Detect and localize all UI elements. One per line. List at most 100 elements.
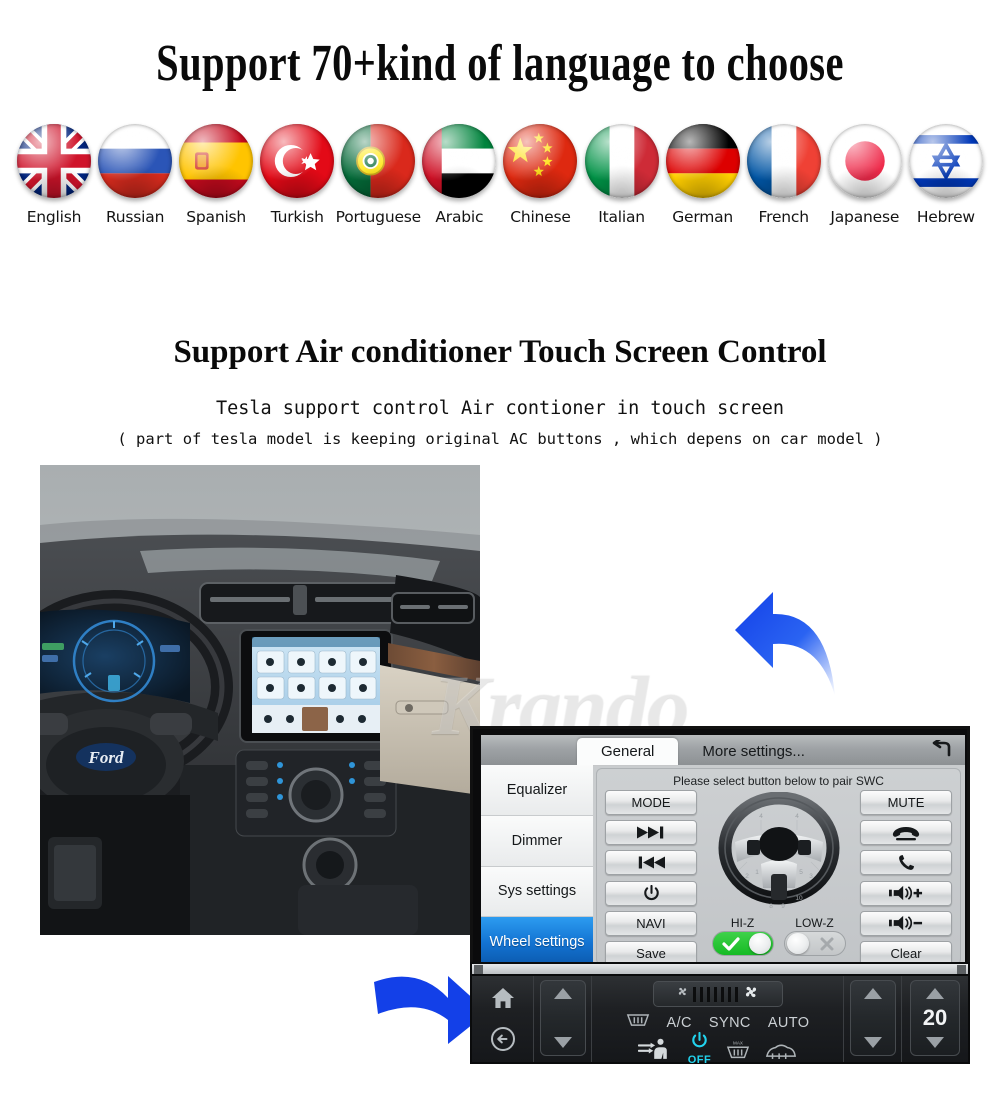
sidebar-item-dimmer[interactable]: Dimmer — [481, 815, 593, 867]
car-dashboard-photo: Ford — [40, 465, 480, 935]
fan-large-icon — [742, 983, 760, 1006]
sync-label[interactable]: SYNC — [709, 1015, 751, 1031]
fan-speed-bars[interactable] — [692, 986, 738, 1002]
ac-label[interactable]: A/C — [667, 1015, 692, 1031]
ac-power-button[interactable]: OFF — [687, 1031, 712, 1066]
language-item-hebrew: Hebrew — [906, 124, 986, 226]
fan-bar — [720, 986, 724, 1002]
tab-more-settings-label: More settings... — [702, 743, 805, 760]
swc-left-button-column: MODE NAVI Save — [605, 790, 697, 966]
swc-button-label: MODE — [631, 795, 671, 810]
temperature-stepper[interactable]: 20 — [910, 980, 960, 1056]
language-item-portuguese: Portuguese — [335, 124, 422, 226]
chevron-up-icon[interactable] — [863, 988, 882, 999]
hi-z-toggle[interactable] — [711, 931, 774, 956]
swc-button-mute[interactable]: MUTE — [860, 790, 952, 815]
swc-button-navi[interactable]: NAVI — [605, 910, 697, 936]
flag-uae-icon — [422, 124, 497, 198]
settings-sidebar: Equalizer Dimmer Sys settings Wheel sett… — [481, 765, 593, 968]
sidebar-label: Dimmer — [511, 832, 563, 849]
ac-climate-control-bar: A/C SYNC AUTO OFF MAX 20 — [470, 972, 970, 1066]
home-icon[interactable] — [486, 981, 520, 1015]
chevron-down-icon[interactable] — [926, 1037, 944, 1048]
chevron-down-icon[interactable] — [553, 1037, 572, 1048]
fan-bar — [706, 986, 710, 1002]
arrow-pointing-to-air-vent — [723, 578, 863, 711]
cross-icon — [812, 932, 842, 955]
swc-button-next-track[interactable] — [605, 820, 697, 846]
fan-speed-slider[interactable] — [652, 981, 783, 1007]
svg-text:Ford: Ford — [88, 748, 124, 767]
page-title-ac-control: Support Air conditioner Touch Screen Con… — [173, 334, 827, 370]
svg-text:MAX: MAX — [733, 1041, 743, 1046]
language-item-german: German — [663, 124, 743, 226]
swc-button-volume-down[interactable] — [860, 910, 952, 936]
swc-wheel-column: 44 21 53 89 10 HI-Z LOW-Z — [709, 790, 849, 966]
svg-text:3: 3 — [809, 873, 813, 880]
impedance-low-z: LOW-Z — [783, 916, 846, 956]
swc-button-prev-track[interactable] — [605, 850, 697, 876]
swc-button-mode[interactable]: MODE — [605, 790, 697, 815]
language-item-arabic: Arabic — [419, 124, 499, 226]
impedance-low-z-label: LOW-Z — [795, 916, 834, 930]
language-item-japanese: Japanese — [825, 124, 905, 226]
rear-defrost-icon[interactable] — [626, 1012, 650, 1033]
sidebar-item-sys-settings[interactable]: Sys settings — [481, 866, 593, 918]
fan-bar — [692, 986, 696, 1002]
low-z-toggle[interactable] — [783, 931, 846, 956]
language-item-english: English — [14, 124, 94, 226]
airflow-seat-icon[interactable] — [637, 1037, 674, 1066]
product-info-page: Support 70+kind of language to choose En… — [0, 0, 1000, 1116]
power-icon — [691, 1031, 708, 1054]
ac-power-label: OFF — [687, 1054, 712, 1066]
swc-hint-text: Please select button below to pair SWC — [673, 774, 884, 788]
flag-germany-icon — [665, 124, 740, 198]
check-icon — [716, 932, 746, 955]
svg-text:5: 5 — [799, 869, 803, 876]
swc-button-power[interactable] — [605, 880, 697, 906]
back-arrow-icon[interactable] — [929, 737, 955, 761]
language-label: Portuguese — [335, 208, 422, 226]
tab-more-settings[interactable]: More settings... — [678, 738, 829, 765]
horizontal-scrollbar[interactable] — [470, 962, 970, 976]
swc-button-volume-up[interactable] — [860, 880, 952, 906]
tab-general[interactable]: General — [577, 738, 679, 765]
swc-button-label: Save — [636, 945, 666, 961]
swc-button-hangup[interactable] — [860, 820, 952, 846]
left-stepper[interactable] — [539, 980, 586, 1056]
chevron-up-icon[interactable] — [926, 988, 944, 999]
language-label: Russian — [105, 208, 165, 226]
back-circle-icon[interactable] — [486, 1022, 520, 1056]
swc-pairing-panel: Please select button below to pair SWC M… — [596, 768, 961, 966]
fan-bar — [713, 986, 717, 1002]
language-label: Arabic — [435, 208, 484, 226]
volume-up-icon — [889, 885, 923, 901]
front-defrost-icon[interactable] — [765, 1040, 797, 1066]
swc-button-call[interactable] — [860, 850, 952, 876]
right-stepper[interactable] — [849, 980, 896, 1056]
flag-japan-icon — [827, 124, 902, 198]
next-track-icon — [636, 826, 666, 839]
fan-bar — [699, 986, 703, 1002]
ac-temperature-control: 20 — [902, 974, 968, 1062]
ac-subtitle-secondary: ( part of tesla model is keeping origina… — [117, 430, 883, 448]
chevron-up-icon[interactable] — [553, 988, 572, 999]
volume-down-icon — [889, 915, 923, 931]
impedance-toggle-row: HI-Z LOW-Z — [711, 916, 846, 956]
auto-label[interactable]: AUTO — [768, 1015, 810, 1031]
sidebar-item-wheel-settings[interactable]: Wheel settings — [481, 917, 593, 968]
svg-text:2: 2 — [745, 873, 749, 880]
scrollbar-left-box[interactable] — [474, 964, 483, 974]
language-label: Italian — [598, 208, 645, 226]
chevron-down-icon[interactable] — [863, 1037, 882, 1048]
language-item-chinese: Chinese — [500, 124, 580, 226]
sidebar-item-equalizer[interactable]: Equalizer — [481, 765, 593, 816]
swc-button-label: Clear — [890, 945, 922, 961]
language-flag-row: English Russian Spanish Turkish Portugue… — [14, 124, 986, 226]
sidebar-label: Wheel settings — [489, 934, 585, 951]
max-defrost-icon[interactable]: MAX — [725, 1039, 751, 1066]
flag-china-icon — [503, 124, 578, 198]
scrollbar-right-box[interactable] — [957, 964, 966, 974]
swc-button-grid: MODE NAVI Save 4 4 2 1 5 3 8 9 10 HI-Z L… — [597, 790, 960, 966]
prev-track-icon — [636, 856, 666, 869]
